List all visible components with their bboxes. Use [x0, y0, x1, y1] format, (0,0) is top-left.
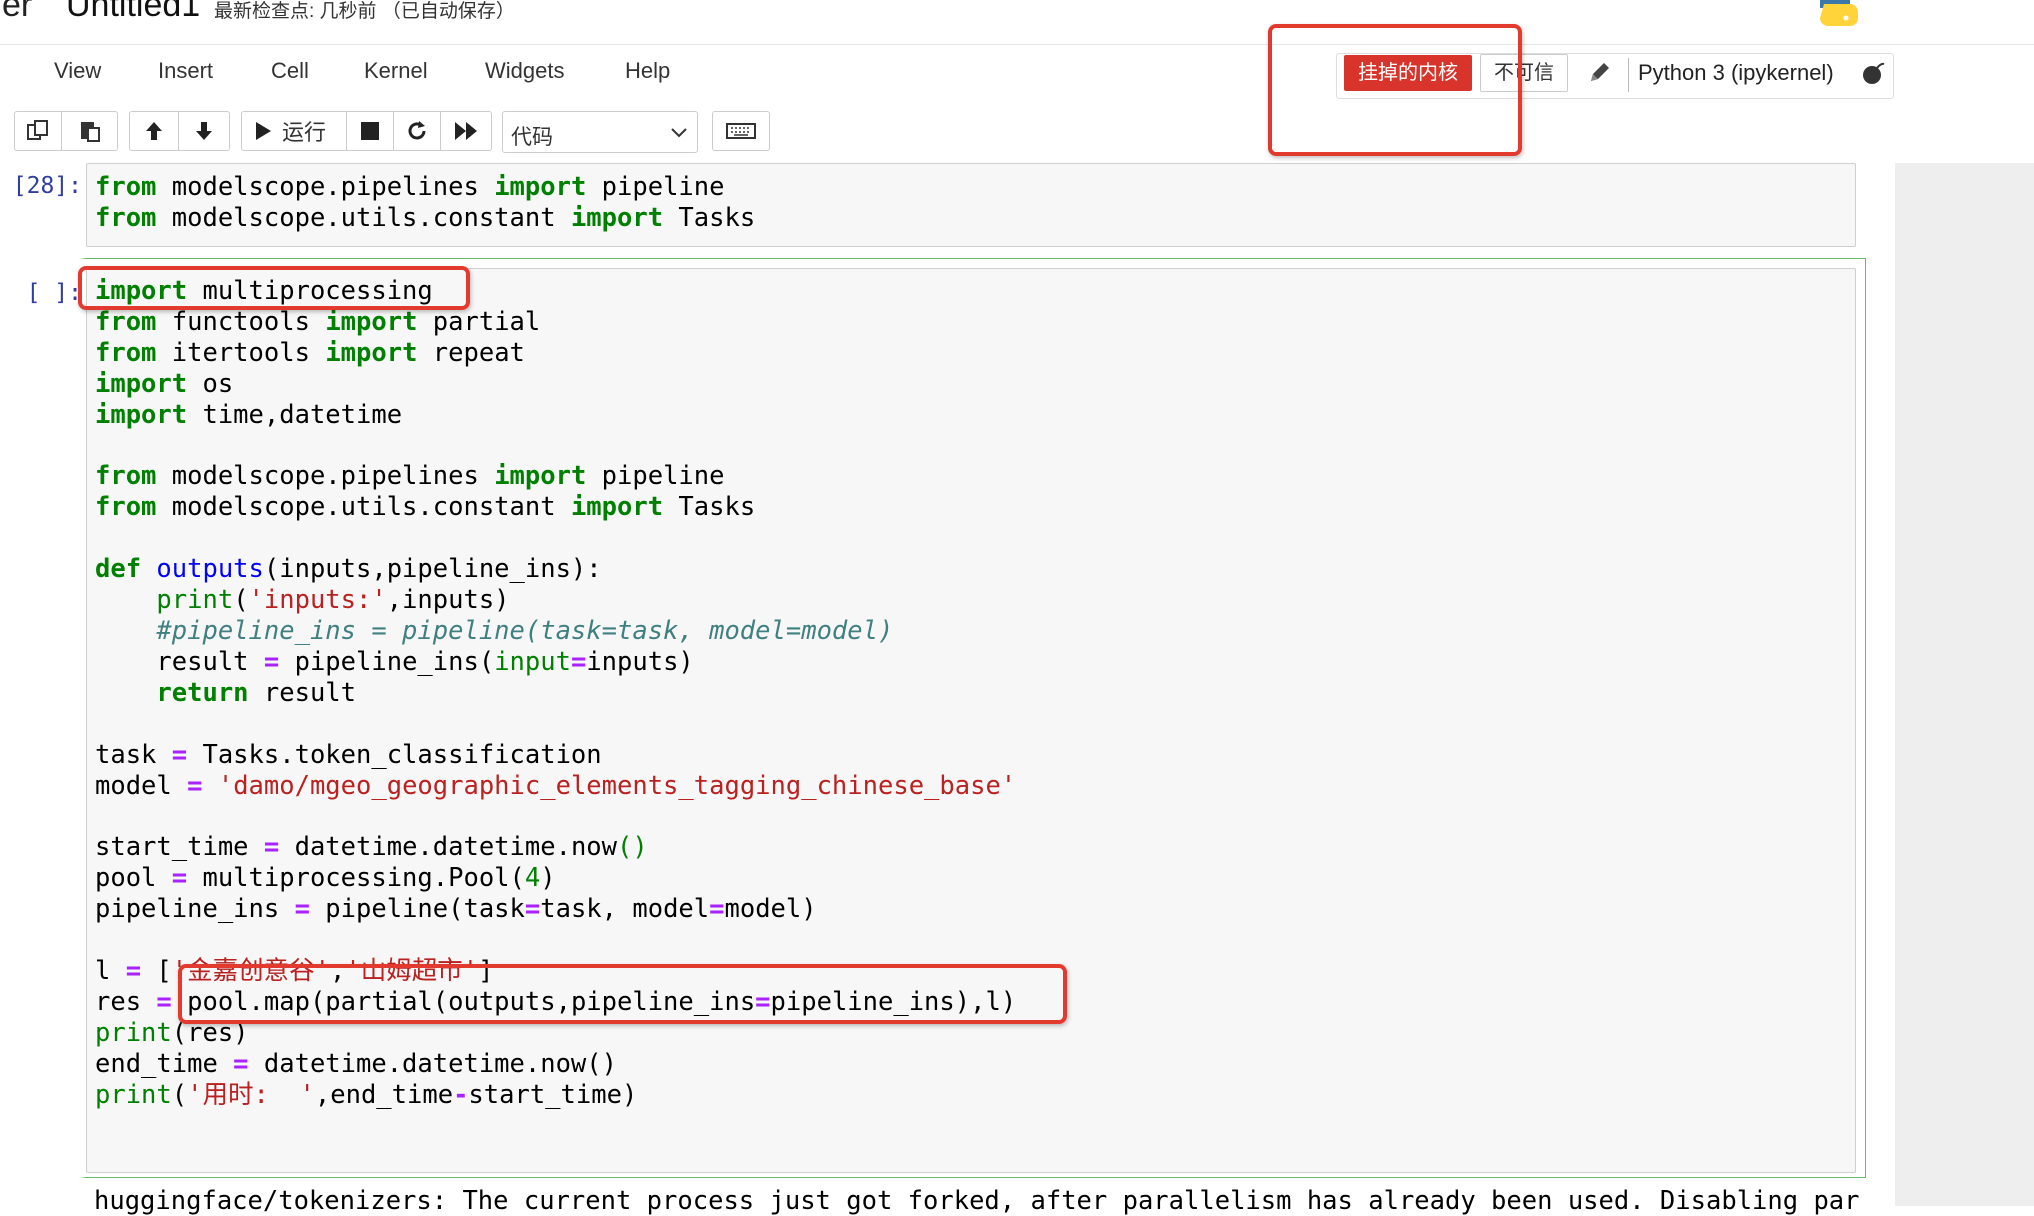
checkpoint-status: 最新检查点: 几秒前 （已自动保存） [214, 1, 515, 22]
chevron-down-icon [671, 128, 687, 138]
cell-prompt-1: [28]: [12, 173, 82, 199]
move-up-button[interactable] [129, 111, 179, 151]
notebook-title[interactable]: Untitled1 [66, 0, 200, 25]
move-up-icon [146, 122, 162, 140]
menu-help[interactable]: Help [625, 58, 670, 84]
right-gutter [1895, 163, 2034, 1206]
run-button[interactable]: 运行 [241, 111, 347, 151]
jupyter-logo-text[interactable]: er [2, 0, 32, 25]
code-cell-1-source[interactable]: from modelscope.pipelines import pipelin… [95, 172, 755, 234]
annotation-box-kernel-status [1268, 24, 1522, 156]
cell-type-value: 代码 [511, 126, 553, 149]
menu-view[interactable]: View [54, 58, 101, 84]
menu-widgets[interactable]: Widgets [485, 58, 564, 84]
menu-kernel[interactable]: Kernel [364, 58, 428, 84]
run-icon [256, 122, 271, 140]
move-down-icon [196, 122, 212, 140]
code-cell-2[interactable]: import multiprocessing from functools im… [86, 268, 1856, 1173]
command-palette-button[interactable] [712, 111, 770, 151]
kernel-separator [1628, 58, 1629, 92]
paste-cell-button[interactable] [61, 111, 118, 151]
pencil-icon[interactable] [1586, 58, 1614, 86]
kernel-name[interactable]: Python 3 (ipykernel) [1638, 60, 1834, 86]
copy-cell-button[interactable] [14, 111, 62, 151]
cell-type-select[interactable]: 代码 [502, 111, 698, 153]
annotation-box-import-multiprocessing [78, 266, 470, 310]
restart-run-all-button[interactable] [440, 111, 492, 151]
annotation-box-pool-map [178, 964, 1067, 1024]
paste-icon [80, 122, 100, 142]
cell-output-stderr: huggingface/tokenizers: The current proc… [94, 1186, 1860, 1216]
cell-prompt-2: [ ]: [26, 280, 82, 306]
run-label: 运行 [282, 120, 327, 145]
kernel-bomb-icon [1863, 62, 1885, 84]
menu-insert[interactable]: Insert [158, 58, 213, 84]
code-cell-1[interactable]: from modelscope.pipelines import pipelin… [86, 163, 1856, 247]
restart-icon [408, 121, 426, 140]
fast-forward-icon [455, 122, 477, 140]
move-down-button[interactable] [178, 111, 230, 151]
interrupt-button[interactable] [346, 111, 394, 151]
stop-icon [361, 122, 379, 140]
restart-button[interactable] [393, 111, 441, 151]
keyboard-icon [726, 123, 756, 139]
notebook-header: er Untitled1 最新检查点: 几秒前 （已自动保存） [0, 0, 2034, 45]
python-logo-icon [1820, 0, 1858, 26]
copy-icon [27, 120, 48, 140]
menu-cell[interactable]: Cell [271, 58, 309, 84]
